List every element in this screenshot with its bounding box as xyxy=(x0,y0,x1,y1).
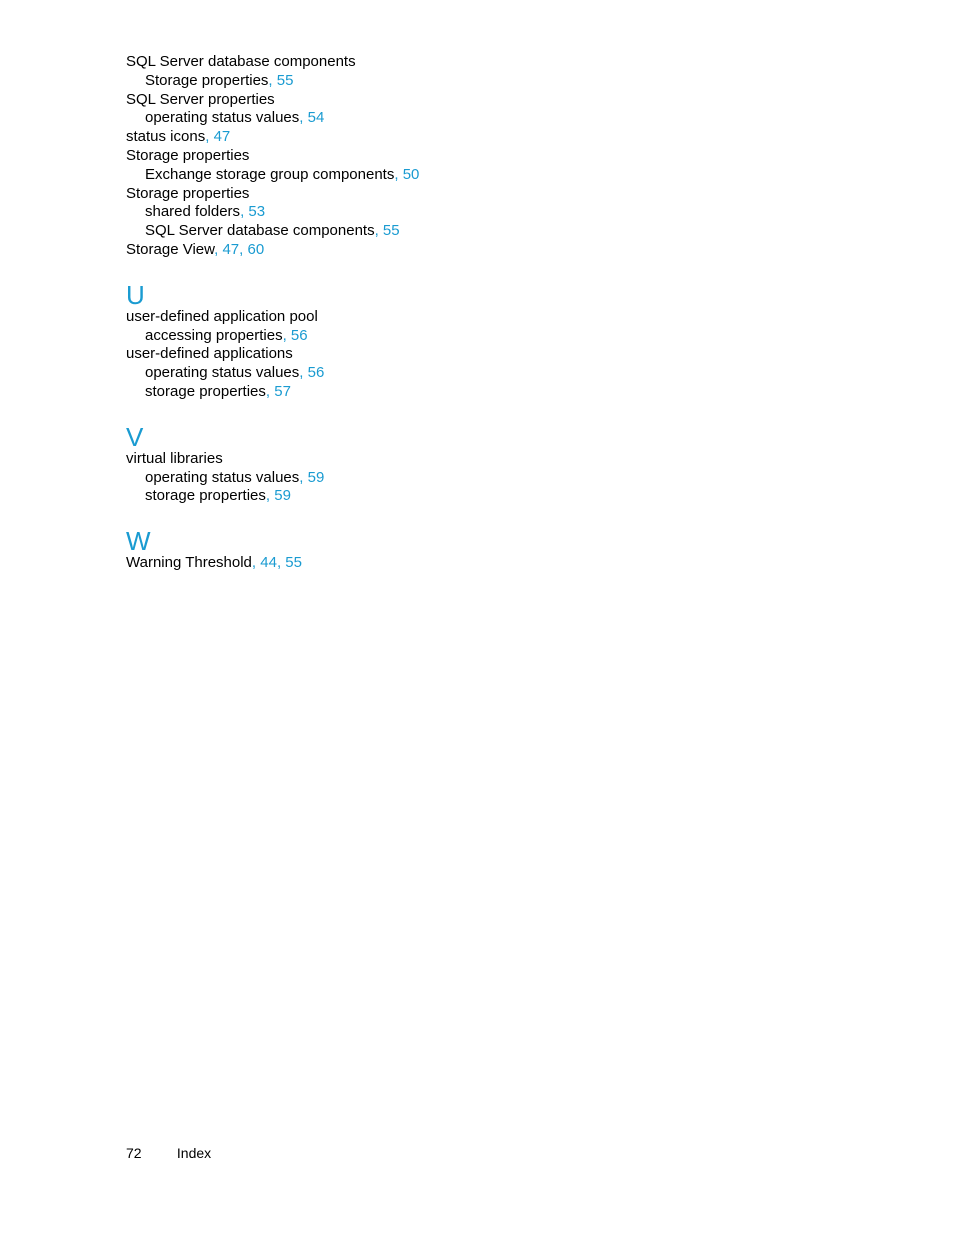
page-link[interactable]: 50 xyxy=(403,166,420,183)
page-link[interactable]: 54 xyxy=(308,109,325,126)
index-entry: SQL Server properties xyxy=(126,91,826,110)
page-separator: , xyxy=(239,240,248,258)
index-term: Storage properties xyxy=(126,146,250,164)
page-link[interactable]: 57 xyxy=(274,383,291,400)
index-content: SQL Server database components Storage pr… xyxy=(126,53,826,573)
page-number: 72 xyxy=(126,1145,142,1161)
index-subentry: Storage properties, 55 xyxy=(126,72,826,91)
index-term: storage properties xyxy=(145,487,266,505)
index-subentry: operating status values, 56 xyxy=(126,364,826,383)
index-subentry: storage properties, 59 xyxy=(126,487,826,506)
index-term: Warning Threshold xyxy=(126,554,252,572)
page-link[interactable]: 47 xyxy=(214,128,231,145)
index-term: shared folders xyxy=(145,203,241,221)
page-link[interactable]: 55 xyxy=(285,554,302,571)
index-term: SQL Server database components xyxy=(126,53,356,70)
index-entry: SQL Server database components xyxy=(126,53,826,72)
index-subentry: shared folders, 53 xyxy=(126,203,826,222)
page-link[interactable]: 55 xyxy=(383,222,400,239)
section-letter: W xyxy=(126,526,151,557)
page-link[interactable]: 47 xyxy=(222,241,239,258)
index-entry: virtual libraries xyxy=(126,450,826,469)
index-entry: Storage View, 47, 60 xyxy=(126,241,826,260)
index-subentry: operating status values, 54 xyxy=(126,109,826,128)
index-term: Storage View xyxy=(126,240,215,258)
page-link[interactable]: 53 xyxy=(248,203,265,220)
index-term: user-defined application pool xyxy=(126,307,318,325)
page-link[interactable]: 44 xyxy=(260,554,277,571)
page-link[interactable]: 56 xyxy=(291,327,308,344)
page-link[interactable]: 60 xyxy=(248,241,265,258)
index-term: user-defined applications xyxy=(126,345,293,363)
index-section: W Warning Threshold, 44, 55 xyxy=(126,528,826,573)
index-term: Storage properties xyxy=(145,71,269,89)
page-separator: , xyxy=(394,165,403,183)
page-separator: , xyxy=(282,326,291,344)
index-section: Uuser-defined application pool accessing … xyxy=(126,282,826,402)
page-separator: , xyxy=(299,109,308,127)
page-link[interactable]: 59 xyxy=(274,487,291,504)
index-subentry: SQL Server database components, 55 xyxy=(126,222,826,241)
section-letter: V xyxy=(126,421,144,452)
section-letter: U xyxy=(126,279,145,310)
index-entry: user-defined application pool xyxy=(126,308,826,327)
page-footer: 72 Index xyxy=(126,1145,211,1161)
index-entry: Warning Threshold, 44, 55 xyxy=(126,554,826,573)
index-entry: Storage properties xyxy=(126,185,826,204)
index-term: SQL Server properties xyxy=(126,90,275,108)
page-link[interactable]: 59 xyxy=(308,469,325,486)
index-term: Exchange storage group components xyxy=(145,165,395,183)
index-entry: status icons, 47 xyxy=(126,128,826,147)
page-separator: , xyxy=(205,128,214,146)
index-entry: Storage properties xyxy=(126,147,826,166)
index-term: virtual libraries xyxy=(126,449,223,467)
page-link[interactable]: 56 xyxy=(308,364,325,381)
index-subentry: operating status values, 59 xyxy=(126,469,826,488)
index-continued-entries: SQL Server database components Storage pr… xyxy=(126,53,826,260)
page-separator: , xyxy=(299,468,308,486)
index-term: operating status values xyxy=(145,364,300,382)
index-term: operating status values xyxy=(145,109,300,127)
page-separator: , xyxy=(374,222,383,240)
page-separator: , xyxy=(251,554,261,572)
index-subentry: accessing properties, 56 xyxy=(126,327,826,346)
index-term: Storage properties xyxy=(126,184,250,202)
index-term: status icons xyxy=(126,128,206,146)
index-term: accessing properties xyxy=(145,326,283,344)
page-separator: , xyxy=(265,382,275,400)
page-link[interactable]: 55 xyxy=(277,72,294,89)
page-separator: , xyxy=(268,71,277,89)
index-subentry: Exchange storage group components, 50 xyxy=(126,166,826,185)
index-sections: Uuser-defined application pool accessing … xyxy=(126,282,826,573)
page-separator: , xyxy=(299,364,308,382)
index-term: operating status values xyxy=(145,468,300,486)
footer-section-title: Index xyxy=(176,1145,212,1161)
index-section: Vvirtual libraries operating status value… xyxy=(126,424,826,506)
index-entry: user-defined applications xyxy=(126,345,826,364)
index-term: SQL Server database components xyxy=(145,222,375,240)
index-subentry: storage properties, 57 xyxy=(126,383,826,402)
index-term: storage properties xyxy=(145,382,266,400)
page-separator: , xyxy=(265,487,275,505)
